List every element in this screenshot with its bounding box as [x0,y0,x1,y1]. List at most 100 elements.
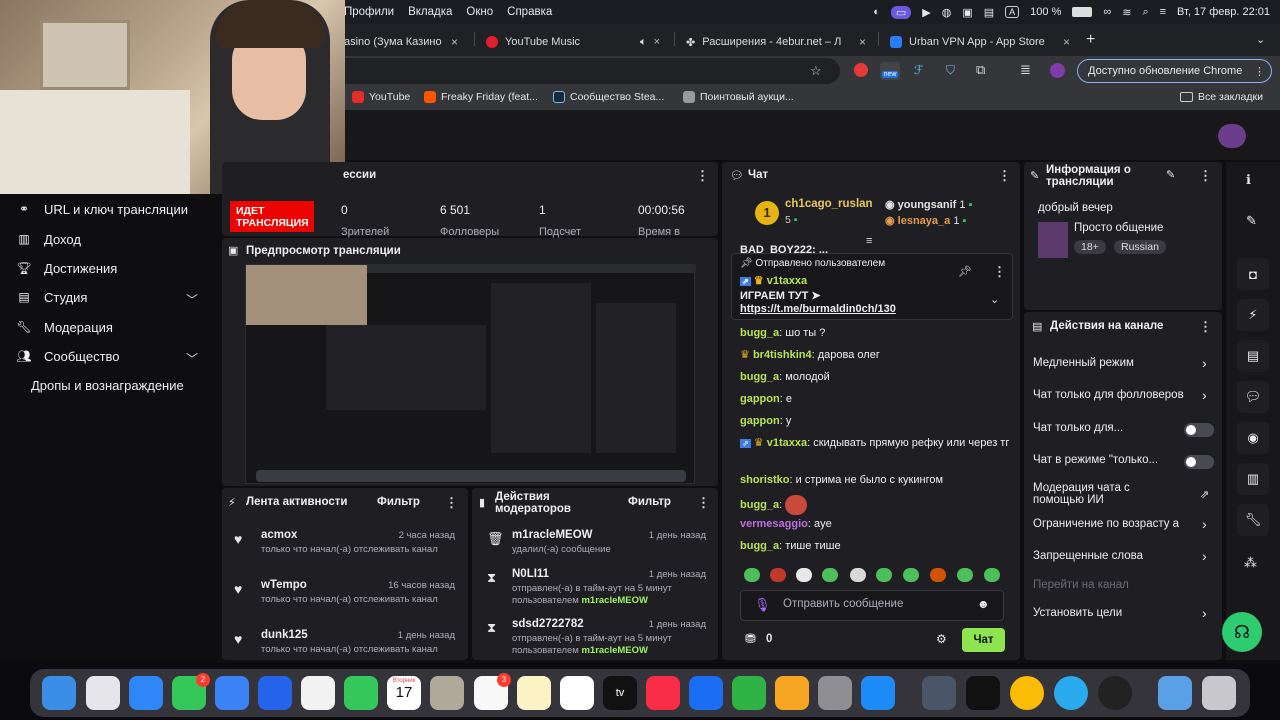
bolt-button[interactable]: ⚡︎ [1237,299,1269,331]
pinned-user[interactable]: ⇗ ♛ v1taxxa [740,274,807,287]
chevron-right-icon[interactable]: › [1202,516,1207,532]
chat-username[interactable]: bugg_a [740,499,779,511]
close-icon[interactable]: × [451,35,458,49]
leader-third[interactable]: ◉ lesnaya_a 1 ▪ [885,214,966,227]
more-icon[interactable]: ⋮ [697,495,710,511]
chevron-right-icon[interactable]: › [1202,355,1207,371]
menu-window[interactable]: Окно [466,6,493,18]
new-tab-button[interactable]: + [1086,31,1095,49]
search-icon[interactable]: ⌕ [1142,6,1148,19]
extensions-puzzle-icon[interactable]: ⧉ [976,62,985,78]
pencil-icon[interactable]: ✎ [1246,213,1257,229]
collapse-leaderboard-icon[interactable]: ≡ [866,235,872,247]
chevron-down-icon[interactable]: ﹀ [186,350,198,367]
layout-button[interactable]: ▥ [1237,463,1269,495]
emote-icon[interactable] [822,568,838,582]
bookmark-steam[interactable]: Сообщество Stea... [553,91,664,103]
bookmark-youtube[interactable]: YouTube [352,91,410,103]
speaker-icon[interactable]: 🔈︎ [640,36,647,49]
chrome-icon[interactable] [1010,676,1044,710]
emote-icon[interactable] [957,568,973,582]
menu-help[interactable]: Справка [507,6,552,18]
mod-item-name[interactable]: N0LI11 [512,568,549,580]
app-badge-icon[interactable]: ◍ [942,6,952,19]
safari-icon[interactable] [129,676,163,710]
piano-app-icon[interactable] [966,676,1000,710]
leader-second[interactable]: ◉ youngsanif 1 ▪ [885,198,972,211]
emote-only-toggle[interactable] [1184,455,1214,469]
more-actions-icon[interactable]: ⁂ [1244,555,1257,571]
emote-icon[interactable] [930,568,946,582]
close-icon[interactable]: × [654,36,660,48]
leader-first-name[interactable]: ch1cago_ruslan [785,198,873,210]
notes-icon[interactable] [517,676,551,710]
more-icon[interactable]: ⋮ [1199,319,1212,335]
downloads-folder-icon[interactable] [1158,676,1192,710]
points-icon[interactable]: ⛃ [745,631,756,647]
emote-icon[interactable] [744,568,760,582]
help-headset-button[interactable]: ☊ [1222,612,1262,652]
vpn-icon[interactable]: ∞ [1103,6,1111,18]
tab-extensions[interactable]: ✤ Расширения - 4ebur.net – Л × [678,28,874,56]
translate-extension-icon[interactable]: ℱ [914,63,923,77]
action-go-to-channel[interactable]: Перейти на канал [1033,579,1129,591]
nav-revenue[interactable]: ▥ Доход [16,232,81,247]
more-icon[interactable]: ⋮ [696,168,709,184]
chevron-down-icon[interactable]: ﹀ [186,291,198,308]
bookmark-freaky-friday[interactable]: Freaky Friday (feat... [424,91,538,103]
action-banned-words[interactable]: Запрещенные слова [1033,550,1143,562]
nav-studio[interactable]: ▤ Студия [16,290,87,305]
mod-filter-button[interactable]: Фильтр [628,496,671,508]
action-age-restriction[interactable]: Ограничение по возрасту а [1033,518,1195,530]
stream-preview-video[interactable] [245,264,696,484]
chat-username[interactable]: gappon [740,415,780,427]
emote-icon[interactable] [850,568,866,582]
chevron-right-icon[interactable]: › [1202,548,1207,564]
media-icon[interactable]: ≣ [1020,62,1031,78]
tab-urban-vpn[interactable]: Urban VPN App - App Store × [882,28,1078,56]
more-icon[interactable]: ⋮ [998,168,1011,184]
input-language[interactable]: A [1005,6,1020,18]
action-followers-only[interactable]: Чат только для фолловеров [1033,389,1195,401]
pages-icon[interactable] [775,676,809,710]
play-icon[interactable]: ▶ [922,6,930,19]
calendar-icon[interactable]: Вторник 17 [387,676,421,710]
pin-icon[interactable]: 📌︎ [958,265,972,278]
more-icon[interactable]: ⋮ [993,264,1006,280]
control-center-icon[interactable]: ≡ [1160,6,1166,18]
chat-username[interactable]: v1taxxa [767,437,807,449]
user-avatar[interactable] [1218,124,1246,148]
address-bar[interactable] [330,58,840,84]
mod-desc-user[interactable]: m1racleMEOW [581,595,648,606]
gear-icon[interactable]: ⚙ [936,632,947,646]
mod-item-name[interactable]: sdsd2722782 [512,618,584,630]
bookmark-star-icon[interactable]: ☆ [810,63,822,79]
photos-icon[interactable] [301,676,335,710]
numbers-icon[interactable] [732,676,766,710]
action-set-goals[interactable]: Установить цели [1033,607,1122,619]
subs-only-toggle[interactable] [1184,423,1214,437]
trash-icon[interactable] [1202,676,1236,710]
emote-icon[interactable] [984,568,1000,582]
launchpad-icon[interactable] [86,676,120,710]
menu-profiles[interactable]: Профили [344,6,394,18]
window-icon[interactable]: ▣ [962,6,972,19]
notes-button[interactable]: ▤ [1237,340,1269,372]
tag-pill[interactable]: Russian [1114,240,1166,254]
extension-icon[interactable] [854,63,868,77]
chevron-down-icon[interactable]: ⌄ [990,293,999,306]
extension-new-icon[interactable]: new [880,62,900,80]
close-icon[interactable]: × [859,35,866,49]
tag-pill[interactable]: 18+ [1074,240,1106,254]
chat-username[interactable]: bugg_a [740,371,779,383]
display-icon[interactable]: ▤ [984,6,994,19]
finder-icon[interactable] [42,676,76,710]
mod-desc-user[interactable]: m1racleMEOW [581,645,648,656]
info-icon[interactable]: ℹ [1246,172,1251,188]
shield-extension-icon[interactable]: ⛉ [946,63,955,78]
action-ai-moderation[interactable]: Модерация чата с помощью ИИ [1033,482,1173,506]
more-icon[interactable]: ⋮ [1199,168,1212,184]
freeform-icon[interactable] [560,676,594,710]
robot-app-icon[interactable] [922,676,956,710]
close-icon[interactable]: × [1063,35,1070,49]
